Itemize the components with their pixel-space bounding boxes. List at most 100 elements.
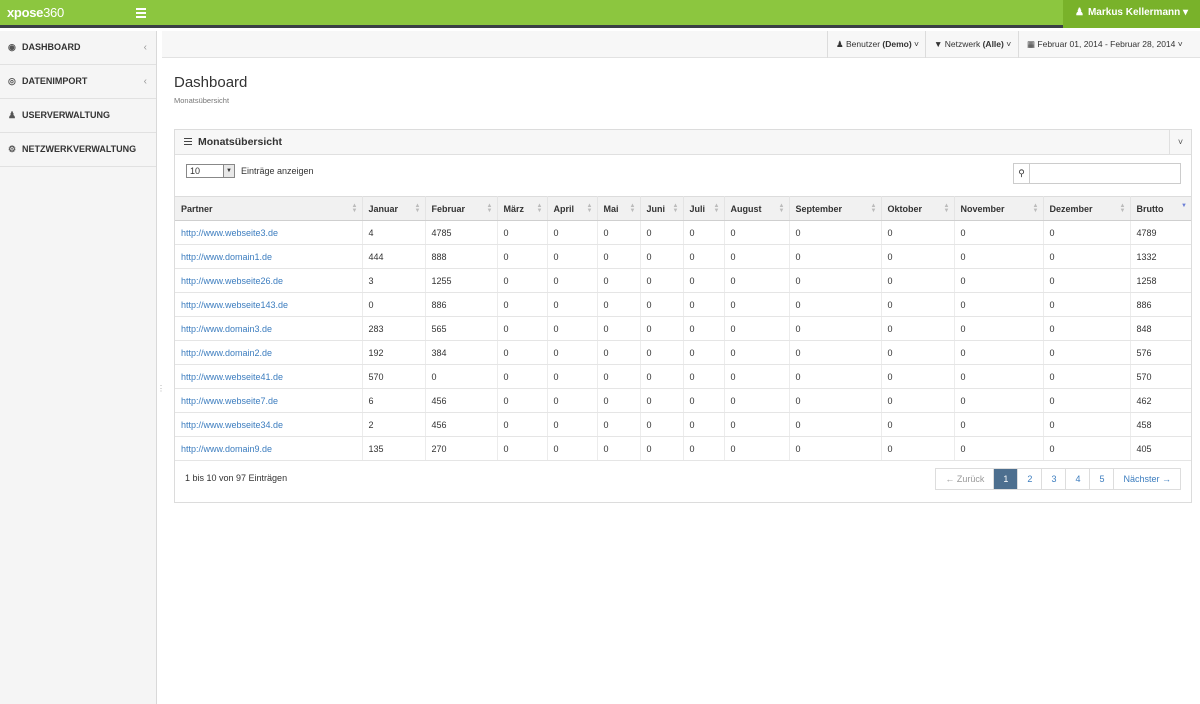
value-cell: 0: [597, 412, 641, 437]
value-cell: 0: [597, 340, 641, 365]
column-header-oktober[interactable]: Oktober ▲ ▼: [881, 196, 955, 221]
sidebar-item-datenimport[interactable]: ◎ Datenimport ‹: [0, 65, 156, 99]
value-cell: 0: [640, 364, 684, 389]
date-range-picker[interactable]: ▦ Februar 01, 2014 - Februar 28, 2014 ˅: [1018, 31, 1191, 58]
column-header-november[interactable]: November ▲ ▼: [954, 196, 1044, 221]
value-cell: 0: [881, 340, 955, 365]
monthly-overview-widget: Monatsübersicht ˅ 10 ▼ Einträge anzeigen…: [174, 129, 1192, 503]
next-page-button[interactable]: Nächster →: [1114, 469, 1180, 489]
value-cell: 0: [724, 244, 790, 269]
value-cell: 0: [497, 436, 548, 461]
value-cell: 0: [954, 412, 1044, 437]
column-header-juni[interactable]: Juni ▲ ▼: [640, 196, 684, 221]
user-menu-button[interactable]: ♟ Markus Kellermann ▾: [1063, 0, 1200, 28]
value-cell: 0: [724, 340, 790, 365]
partner-link[interactable]: http://www.domain2.de: [181, 348, 272, 358]
value-cell: 0: [1043, 412, 1131, 437]
prev-page-button[interactable]: ← Zurück: [936, 469, 995, 489]
partner-link[interactable]: http://www.webseite3.de: [181, 228, 278, 238]
chevron-down-icon: ˅: [1006, 39, 1012, 49]
page-button-1[interactable]: 1: [994, 469, 1019, 489]
column-header-april[interactable]: April ▲ ▼: [547, 196, 598, 221]
column-header-januar[interactable]: Januar ▲ ▼: [362, 196, 426, 221]
value-cell: 565: [425, 316, 498, 341]
value-cell: 0: [789, 220, 882, 245]
value-cell: 0: [683, 340, 725, 365]
value-cell: 0: [1043, 220, 1131, 245]
value-cell: 0: [954, 220, 1044, 245]
value-cell: 0: [724, 268, 790, 293]
column-header-m-rz[interactable]: März ▲ ▼: [497, 196, 548, 221]
value-cell: 0: [640, 292, 684, 317]
value-cell: 0: [1043, 268, 1131, 293]
value-cell: 0: [954, 340, 1044, 365]
value-cell: 462: [1130, 388, 1191, 413]
value-cell: 0: [1043, 388, 1131, 413]
sort-icon: ▲ ▼: [486, 203, 493, 214]
chevron-left-icon: ‹: [143, 42, 147, 53]
table-row: http://www.webseite26.de 3 1255 0 0 0 0 0 0 0 0 0 0 1…: [175, 268, 1191, 293]
table-row: http://www.webseite34.de 2 456 0 0 0 0 0 0 0 0 0 0 45…: [175, 412, 1191, 437]
sidebar-item-netzwerkverwaltung[interactable]: ⚙ Netzwerkverwaltung: [0, 133, 156, 167]
partner-link[interactable]: http://www.domain9.de: [181, 444, 272, 454]
value-cell: 0: [597, 436, 641, 461]
value-cell: 0: [640, 436, 684, 461]
partner-cell: http://www.webseite26.de: [175, 268, 363, 293]
sidebar-resize-handle[interactable]: ⋮: [157, 384, 165, 394]
sort-icon: ▲ ▼: [778, 203, 785, 214]
value-cell: 384: [425, 340, 498, 365]
sort-icon: ▲ ▼: [536, 203, 543, 214]
column-header-september[interactable]: September ▲ ▼: [789, 196, 882, 221]
value-cell: 0: [547, 316, 598, 341]
partner-link[interactable]: http://www.webseite34.de: [181, 420, 283, 430]
value-cell: 0: [597, 292, 641, 317]
value-cell: 0: [497, 292, 548, 317]
value-cell: 0: [724, 364, 790, 389]
column-header-brutto[interactable]: Brutto ▼: [1130, 196, 1191, 221]
value-cell: 848: [1130, 316, 1191, 341]
brand-logo[interactable]: xpose360: [7, 5, 64, 20]
value-cell: 0: [497, 388, 548, 413]
search-input[interactable]: [1029, 163, 1181, 184]
partner-link[interactable]: http://www.webseite143.de: [181, 300, 288, 310]
sidebar-toggle-button[interactable]: [136, 6, 146, 20]
page-button-5[interactable]: 5: [1090, 469, 1115, 489]
value-cell: 0: [683, 388, 725, 413]
column-header-august[interactable]: August ▲ ▼: [724, 196, 790, 221]
partner-cell: http://www.webseite41.de: [175, 364, 363, 389]
column-header-juli[interactable]: Juli ▲ ▼: [683, 196, 725, 221]
netzwerk-filter-dropdown[interactable]: ▼ Netzwerk (Alle) ˅: [925, 31, 1019, 58]
sidebar-item-label: Dashboard: [22, 42, 81, 52]
search-icon[interactable]: ⚲: [1013, 163, 1030, 184]
partner-link[interactable]: http://www.domain3.de: [181, 324, 272, 334]
table-row: http://www.domain3.de 283 565 0 0 0 0 0 0 0 0 0 0 848: [175, 316, 1191, 341]
entries-per-page-select[interactable]: 10 ▼: [186, 164, 235, 178]
benutzer-filter-dropdown[interactable]: ♟ Benutzer (Demo) ˅: [827, 31, 927, 58]
page-button-3[interactable]: 3: [1042, 469, 1067, 489]
column-header-februar[interactable]: Februar ▲ ▼: [425, 196, 498, 221]
sidebar-item-dashboard[interactable]: ◉ Dashboard ‹: [0, 31, 156, 65]
partner-link[interactable]: http://www.webseite41.de: [181, 372, 283, 382]
column-header-mai[interactable]: Mai ▲ ▼: [597, 196, 641, 221]
sort-icon: ▲ ▼: [351, 203, 358, 214]
value-cell: 886: [1130, 292, 1191, 317]
page-button-4[interactable]: 4: [1066, 469, 1091, 489]
sort-icon: ▲ ▼: [870, 203, 877, 214]
partner-link[interactable]: http://www.domain1.de: [181, 252, 272, 262]
partner-link[interactable]: http://www.webseite7.de: [181, 396, 278, 406]
sort-icon: ▲ ▼: [713, 203, 720, 214]
value-cell: 2: [362, 412, 426, 437]
sidebar-item-userverwaltung[interactable]: ♟ Userverwaltung: [0, 99, 156, 133]
value-cell: 0: [954, 364, 1044, 389]
value-cell: 0: [789, 412, 882, 437]
value-cell: 0: [1043, 364, 1131, 389]
partner-link[interactable]: http://www.webseite26.de: [181, 276, 283, 286]
tachometer-icon: ◉: [8, 42, 16, 52]
import-icon: ◎: [8, 76, 16, 86]
value-cell: 0: [497, 244, 548, 269]
page-button-2[interactable]: 2: [1018, 469, 1043, 489]
column-header-partner[interactable]: Partner ▲ ▼: [175, 196, 363, 221]
collapse-toggle-button[interactable]: ˅: [1169, 130, 1191, 155]
column-header-dezember[interactable]: Dezember ▲ ▼: [1043, 196, 1131, 221]
value-cell: 0: [683, 268, 725, 293]
